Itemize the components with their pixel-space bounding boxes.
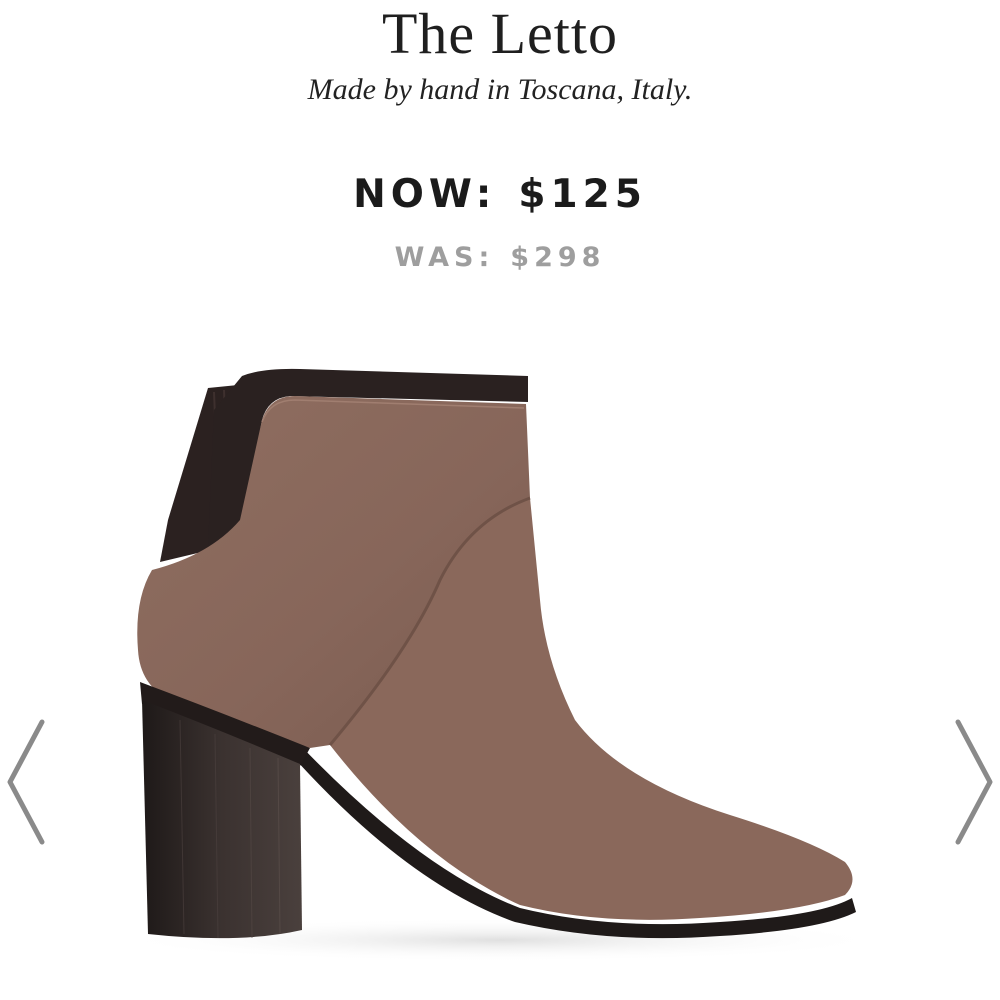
was-price-amount: $298 — [510, 242, 606, 273]
chevron-right-icon[interactable] — [940, 710, 1000, 850]
product-subtitle: Made by hand in Toscana, Italy. — [307, 73, 693, 106]
current-price: NOW: $125 — [0, 170, 1000, 220]
now-price-amount: $125 — [518, 172, 647, 217]
original-price: WAS: $298 — [0, 240, 1000, 276]
product-page: The Letto Made by hand in Toscana, Italy… — [0, 0, 1000, 1000]
product-title: The Letto — [381, 1, 619, 66]
chevron-left-icon[interactable] — [0, 710, 60, 850]
now-price-label: NOW: — [353, 172, 497, 217]
was-price-label: WAS: — [394, 242, 495, 273]
product-image — [110, 368, 890, 962]
